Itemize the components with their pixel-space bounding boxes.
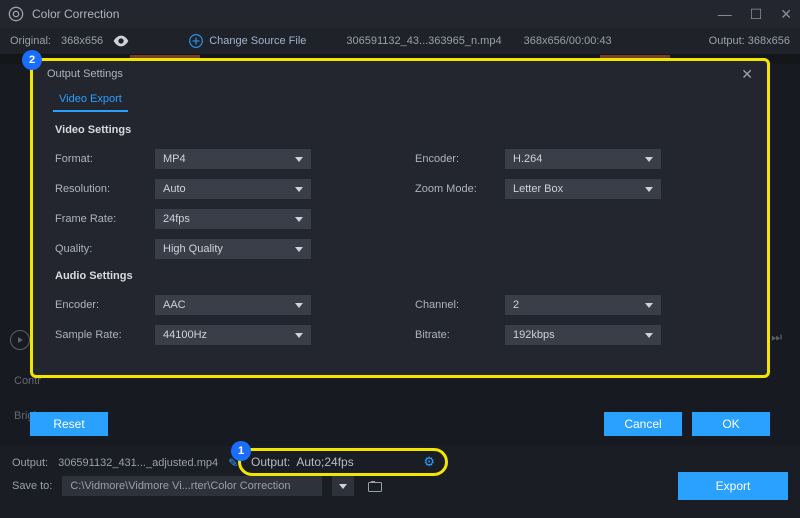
chevron-down-icon bbox=[295, 247, 303, 252]
bitrate-label: Bitrate: bbox=[415, 329, 505, 341]
change-source-button[interactable]: Change Source File bbox=[189, 34, 306, 48]
output-label: Output: bbox=[709, 35, 745, 47]
chevron-down-icon bbox=[295, 333, 303, 338]
callout-badge-1: 1 bbox=[231, 441, 251, 461]
chevron-down-icon bbox=[645, 333, 653, 338]
video-settings-heading: Video Settings bbox=[55, 124, 745, 136]
sample-rate-select[interactable]: 44100Hz bbox=[155, 325, 311, 345]
output-pill-value: Auto;24fps bbox=[296, 455, 353, 469]
chevron-down-icon bbox=[295, 187, 303, 192]
channel-select[interactable]: 2 bbox=[505, 295, 661, 315]
chevron-down-icon bbox=[295, 157, 303, 162]
audio-settings-heading: Audio Settings bbox=[55, 270, 745, 282]
gear-icon[interactable]: ⚙ bbox=[423, 454, 435, 470]
output-pill-label: Output: bbox=[251, 455, 290, 469]
frame-rate-select[interactable]: 24fps bbox=[155, 209, 311, 229]
original-label: Original: bbox=[10, 35, 51, 47]
channel-label: Channel: bbox=[415, 299, 505, 311]
frame-rate-label: Frame Rate: bbox=[55, 213, 155, 225]
resolution-label: Resolution: bbox=[55, 183, 155, 195]
format-select[interactable]: MP4 bbox=[155, 149, 311, 169]
export-button[interactable]: Export bbox=[678, 472, 788, 500]
bitrate-select[interactable]: 192kbps bbox=[505, 325, 661, 345]
save-path-field[interactable]: C:\Vidmore\Vidmore Vi...rter\Color Corre… bbox=[62, 476, 322, 496]
encoder-v-select[interactable]: H.264 bbox=[505, 149, 661, 169]
plus-circle-icon bbox=[189, 34, 203, 48]
titlebar: Color Correction — ☐ ✕ bbox=[0, 0, 800, 28]
cancel-button[interactable]: Cancel bbox=[604, 412, 682, 436]
top-info-bar: Original: 368x656 Change Source File 306… bbox=[0, 28, 800, 54]
open-folder-button[interactable] bbox=[364, 476, 386, 496]
encoder-a-label: Encoder: bbox=[55, 299, 155, 311]
encoder-v-label: Encoder: bbox=[415, 153, 505, 165]
chevron-down-icon bbox=[339, 484, 347, 489]
encoder-a-select[interactable]: AAC bbox=[155, 295, 311, 315]
chevron-down-icon bbox=[295, 303, 303, 308]
original-dims: 368x656 bbox=[61, 35, 103, 47]
save-path-dropdown[interactable] bbox=[332, 476, 354, 496]
save-to-label: Save to: bbox=[12, 480, 52, 492]
zoom-select[interactable]: Letter Box bbox=[505, 179, 661, 199]
source-filename: 306591132_43...363965_n.mp4 bbox=[346, 35, 501, 47]
eye-icon[interactable] bbox=[113, 35, 129, 47]
output-file-label: Output: bbox=[12, 457, 48, 469]
output-dims: 368x656 bbox=[748, 35, 790, 47]
chevron-down-icon bbox=[645, 303, 653, 308]
close-window-button[interactable]: ✕ bbox=[780, 7, 792, 21]
format-label: Format: bbox=[55, 153, 155, 165]
folder-icon bbox=[368, 481, 382, 492]
app-icon bbox=[8, 6, 24, 22]
tab-video-export[interactable]: Video Export bbox=[53, 89, 128, 112]
ok-button[interactable]: OK bbox=[692, 412, 770, 436]
output-settings-modal: 2 Output Settings ✕ Video Export Video S… bbox=[30, 58, 770, 378]
window-title: Color Correction bbox=[32, 7, 718, 21]
resolution-select[interactable]: Auto bbox=[155, 179, 311, 199]
modal-title: Output Settings bbox=[47, 68, 123, 80]
chevron-down-icon bbox=[645, 157, 653, 162]
quality-select[interactable]: High Quality bbox=[155, 239, 311, 259]
zoom-label: Zoom Mode: bbox=[415, 183, 505, 195]
source-dims-time: 368x656/00:00:43 bbox=[524, 35, 612, 47]
chevron-down-icon bbox=[645, 187, 653, 192]
reset-button[interactable]: Reset bbox=[30, 412, 108, 436]
maximize-button[interactable]: ☐ bbox=[750, 7, 763, 21]
chevron-down-icon bbox=[295, 217, 303, 222]
close-icon[interactable]: ✕ bbox=[741, 66, 753, 83]
callout-badge-2: 2 bbox=[22, 50, 42, 70]
minimize-button[interactable]: — bbox=[718, 7, 732, 21]
sample-rate-label: Sample Rate: bbox=[55, 329, 155, 341]
quality-label: Quality: bbox=[55, 243, 155, 255]
output-filename: 306591132_431..._adjusted.mp4 bbox=[58, 457, 218, 469]
